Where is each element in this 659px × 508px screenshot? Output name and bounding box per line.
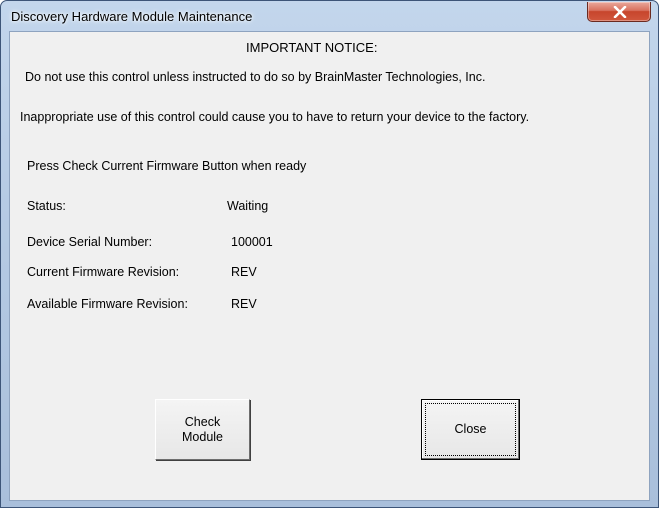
- available-firmware-value: REV: [231, 297, 257, 311]
- instruction-text: Press Check Current Firmware Button when…: [27, 159, 307, 173]
- close-icon: [613, 6, 627, 18]
- check-module-button[interactable]: Check Module: [155, 399, 250, 460]
- window-close-button[interactable]: [587, 2, 651, 22]
- dialog-client-area: IMPORTANT NOTICE: Do not use this contro…: [9, 31, 650, 501]
- notice-heading: IMPORTANT NOTICE:: [246, 40, 378, 55]
- window-title: Discovery Hardware Module Maintenance: [11, 9, 253, 24]
- available-firmware-label: Available Firmware Revision:: [27, 297, 188, 311]
- dialog-window: Discovery Hardware Module Maintenance IM…: [0, 0, 659, 508]
- serial-number-value: 100001: [231, 235, 273, 249]
- focus-ring: [425, 403, 516, 456]
- current-firmware-value: REV: [231, 265, 257, 279]
- close-button[interactable]: Close: [421, 399, 520, 460]
- status-label: Status:: [27, 199, 66, 213]
- current-firmware-label: Current Firmware Revision:: [27, 265, 180, 279]
- title-bar[interactable]: Discovery Hardware Module Maintenance: [1, 1, 658, 32]
- serial-number-label: Device Serial Number:: [27, 235, 153, 249]
- notice-line-1: Do not use this control unless instructe…: [25, 70, 486, 84]
- status-value: Waiting: [227, 199, 269, 213]
- notice-line-2: Inappropriate use of this control could …: [20, 110, 530, 124]
- check-module-label: Check Module: [182, 414, 223, 444]
